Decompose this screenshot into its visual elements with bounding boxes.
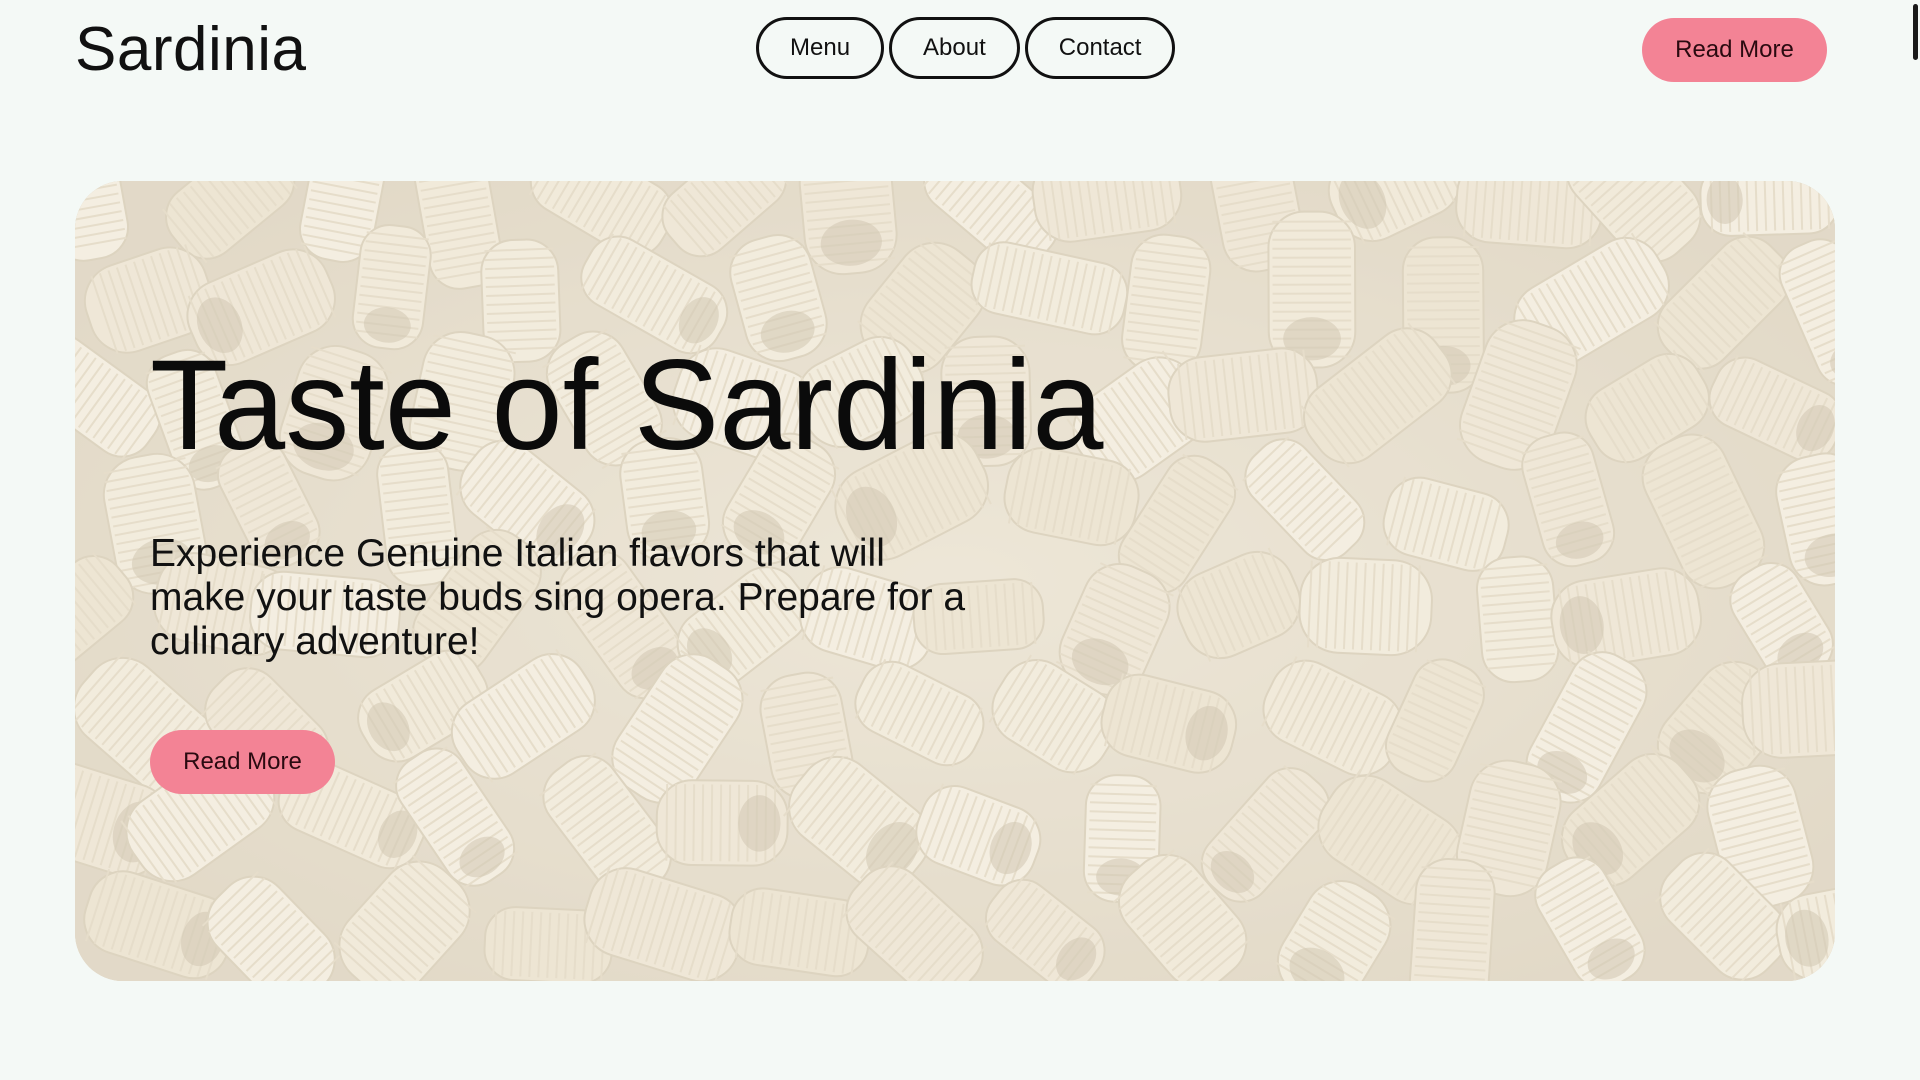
hero-read-more-button[interactable]: Read More — [150, 730, 335, 794]
hero-section: Taste of Sardinia Experience Genuine Ita… — [75, 181, 1835, 981]
hero-description: Experience Genuine Italian flavors that … — [150, 532, 966, 663]
hero-content: Taste of Sardinia Experience Genuine Ita… — [150, 181, 1250, 981]
nav-about-button[interactable]: About — [889, 17, 1020, 79]
main-nav: Menu About Contact — [756, 17, 1176, 79]
nav-menu-button[interactable]: Menu — [756, 17, 885, 79]
page-scrollbar[interactable] — [1910, 0, 1920, 1080]
scrollbar-thumb[interactable] — [1913, 4, 1918, 60]
hero-title: Taste of Sardinia — [150, 334, 1104, 477]
nav-contact-button[interactable]: Contact — [1024, 17, 1176, 79]
brand-logo[interactable]: Sardinia — [75, 10, 306, 90]
site-header: Sardinia Menu About Contact Read More — [0, 0, 1910, 100]
header-read-more-button[interactable]: Read More — [1642, 18, 1827, 82]
